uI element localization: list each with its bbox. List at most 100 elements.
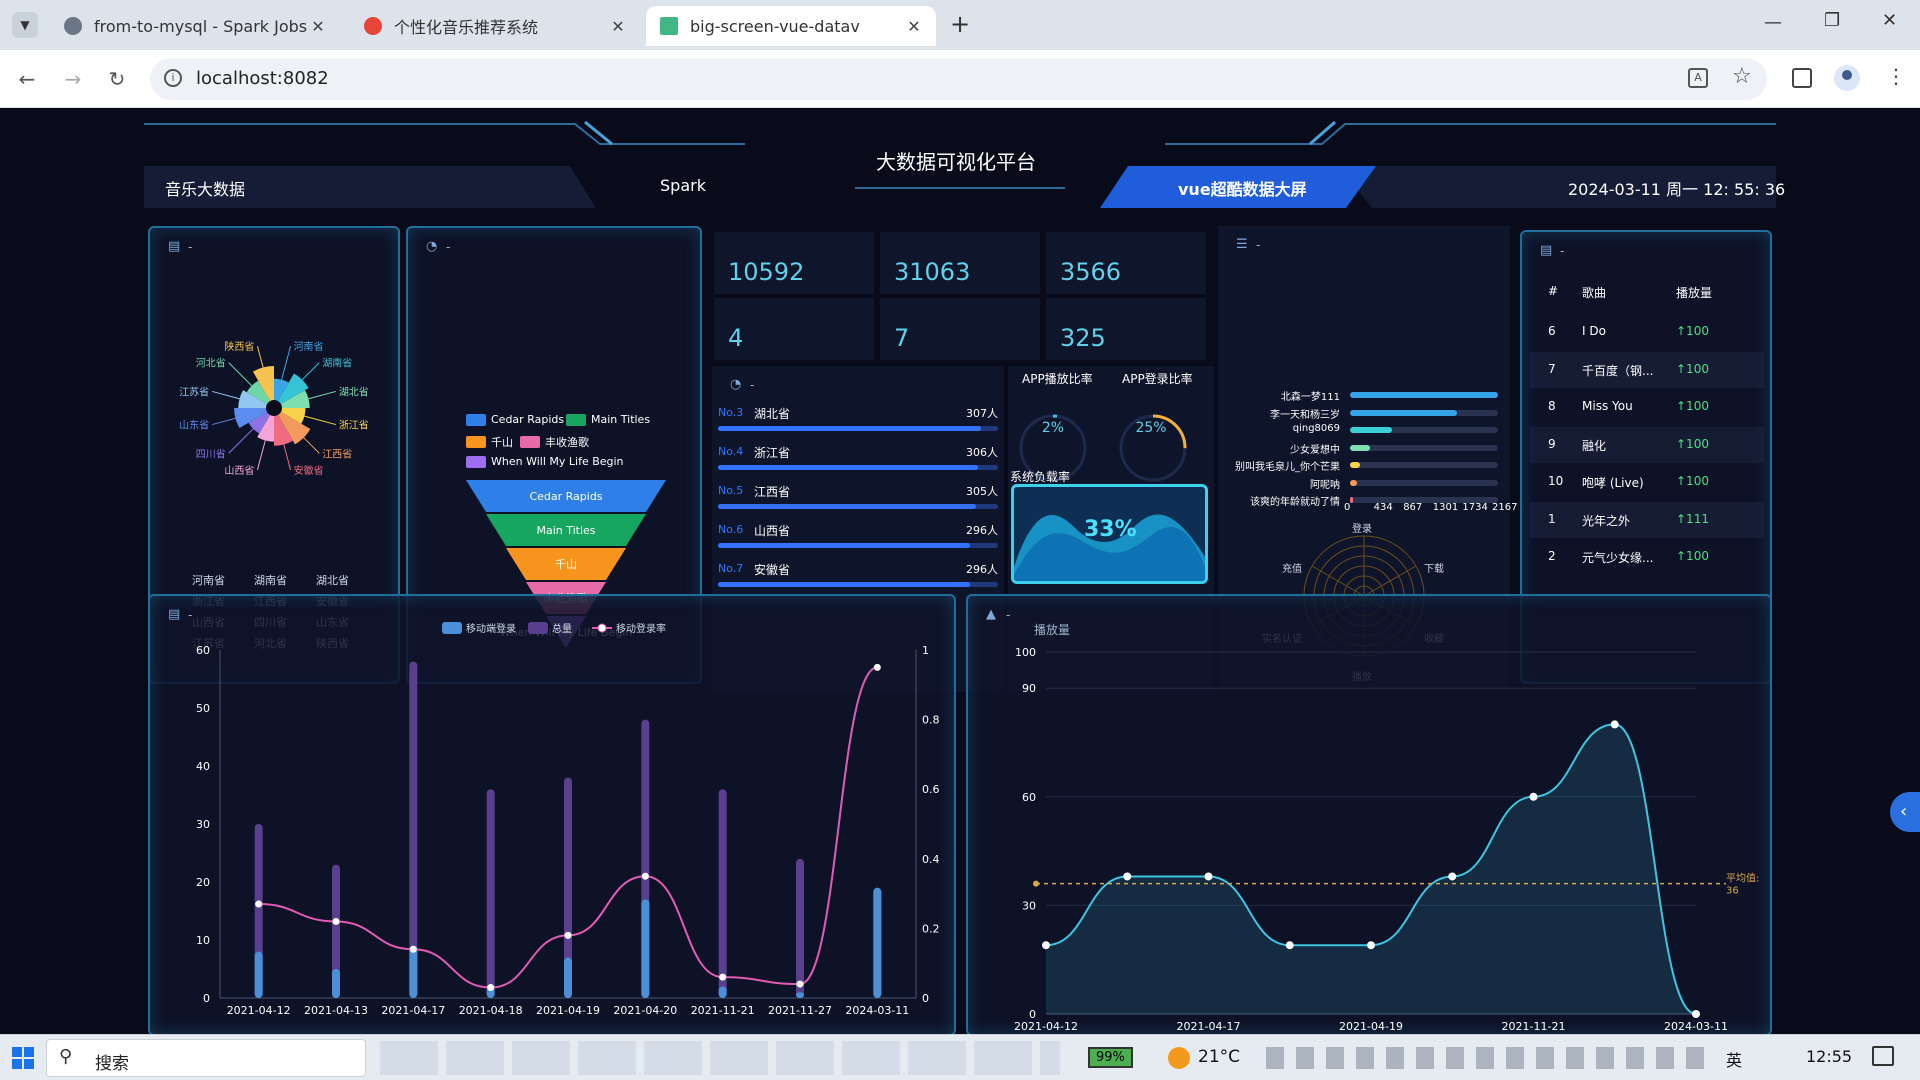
windows-taskbar: ⚲ 搜索 99% 21°C 英 12:55 (0, 1034, 1920, 1080)
rate-point (564, 931, 572, 939)
x-tick-label: 2021-04-17 (1177, 1020, 1241, 1033)
forward-button[interactable]: → (58, 64, 88, 94)
axis-tick-label: 20 (196, 876, 210, 889)
plays-point (1204, 872, 1213, 881)
reload-button[interactable]: ↻ (102, 64, 132, 94)
taskbar-search-text: 搜索 (95, 1054, 129, 1074)
pie-label-line (303, 437, 320, 454)
user-bar (1350, 497, 1353, 503)
plays-area-chart: 播放量03060901002021-04-12 2021-04-17 2021-04… (1014, 622, 1759, 1033)
header-right-tab[interactable]: vue超酷数据大屏 (1178, 176, 1307, 200)
url-text: localhost:8082 (196, 68, 329, 89)
ranking-row: No.7 安徽省 296人 (718, 560, 998, 596)
tray-icons[interactable] (1266, 1047, 1706, 1069)
legend-swatch (466, 413, 486, 426)
weather-icon (1168, 1047, 1190, 1069)
user-name: 别叫我毛泉儿_你个芒果 (1235, 462, 1340, 473)
tab-music-system[interactable]: 个性化音乐推荐系统 ✕ (350, 6, 640, 46)
address-bar[interactable]: i localhost:8082 A ☆ (150, 58, 1767, 100)
back-button[interactable]: ← (12, 64, 42, 94)
x-tick-label: 2021-11-27 (768, 1004, 832, 1017)
bookmark-star-icon[interactable]: ☆ (1732, 64, 1752, 89)
weather-temp[interactable]: 21°C (1198, 1047, 1240, 1067)
restore-button[interactable]: ❐ (1824, 10, 1840, 31)
axis-tick-label: 60 (1022, 791, 1036, 804)
play-ratio-label: APP播放比率 (1022, 372, 1093, 386)
tab-title: 个性化音乐推荐系统 (394, 18, 539, 37)
legend-item: 丰收渔歌 (520, 434, 589, 450)
site-info-icon[interactable]: i (164, 69, 182, 87)
menu-dots-icon[interactable]: ⋮ (1886, 64, 1906, 88)
song-rank: 6 (1548, 324, 1556, 338)
tab-title: from-to-mysql - Spark Jobs (94, 16, 308, 36)
legend-item: 千山 (466, 434, 513, 450)
rank-bar (718, 426, 998, 431)
x-tick-label: 2024-03-11 (1664, 1020, 1728, 1033)
side-collapse-button[interactable]: ‹ (1890, 792, 1920, 832)
mobile-bar (873, 887, 882, 998)
close-window-button[interactable]: ✕ (1882, 10, 1897, 31)
pie-icon: ◔ (426, 239, 438, 254)
legend-label: 湖北省 (316, 574, 349, 587)
pie-label-line (304, 415, 336, 426)
close-icon[interactable]: ✕ (308, 17, 328, 36)
battery-indicator[interactable]: 99% (1088, 1047, 1133, 1068)
song-plays: ↑111 (1676, 511, 1709, 526)
x-tick-label: 2021-04-19 (536, 1004, 600, 1017)
stat-value: 10592 (728, 258, 805, 286)
song-rank: 7 (1548, 361, 1556, 376)
taskbar-search[interactable]: ⚲ 搜索 (46, 1039, 366, 1077)
average-start-dot (1033, 880, 1039, 887)
translate-icon[interactable]: A (1688, 68, 1708, 88)
legend-swatch (442, 622, 462, 634)
rank-province: 江西省 (754, 485, 791, 499)
sidebar-toggle-icon[interactable] (1792, 68, 1812, 88)
pie-slice-label: 浙江省 (339, 419, 369, 432)
stat-value: 31063 (894, 258, 971, 286)
taskbar-clock[interactable]: 12:55 (1806, 1047, 1852, 1066)
song-row: 1 光年之外 ↑111 (1530, 501, 1764, 538)
legend-item: Main Titles (566, 413, 650, 426)
user-bar-track (1350, 479, 1498, 486)
tab-list-dropdown[interactable]: ▼ (12, 12, 38, 38)
rank-province: 浙江省 (754, 446, 791, 460)
plays-point (1692, 1010, 1700, 1018)
song-plays: ↑100 (1676, 549, 1709, 563)
x-tick-label: 2021-04-20 (613, 1004, 677, 1017)
average-label: 平均值: (1726, 872, 1759, 885)
rank-bar-fill (718, 426, 982, 431)
windows-start-icon[interactable] (12, 1047, 34, 1069)
new-tab-button[interactable]: + (950, 10, 970, 38)
pie-label-line (308, 390, 336, 400)
axis-tick-label: 50 (196, 702, 210, 715)
mobile-bar (409, 945, 418, 998)
total-bar (486, 789, 495, 998)
ime-indicator[interactable]: 英 (1726, 1047, 1742, 1071)
axis-tick-label: 30 (1022, 899, 1036, 912)
stat-card: 31063 (880, 232, 1040, 294)
song-row: 6 I Do ↑100 (1530, 314, 1764, 350)
close-icon[interactable]: ✕ (608, 17, 628, 36)
legend-swatch (566, 413, 586, 426)
taskbar-apps[interactable] (380, 1041, 1060, 1075)
minimize-button[interactable]: — (1764, 12, 1782, 33)
x-tick-label: 2021-04-13 (304, 1004, 368, 1017)
pie-label-line (212, 417, 236, 426)
plays-point (1123, 872, 1132, 881)
axis-tick-label: 100 (1015, 646, 1036, 659)
panel-title: ▤ - (1540, 243, 1565, 258)
user-bar (1350, 409, 1457, 416)
tab-big-screen[interactable]: big-screen-vue-datav ✕ (646, 6, 936, 46)
average-value: 36 (1726, 886, 1739, 897)
axis-tick-label: 0.2 (922, 922, 940, 935)
user-bar-track (1350, 444, 1498, 451)
profile-avatar-icon[interactable] (1834, 65, 1860, 91)
stat-card: 3566 (1046, 232, 1206, 294)
song-row: 8 Miss You ↑100 (1530, 389, 1764, 425)
close-icon[interactable]: ✕ (904, 17, 924, 36)
rate-point (332, 917, 340, 925)
tab-spark-jobs[interactable]: from-to-mysql - Spark Jobs ✕ (50, 6, 340, 46)
notification-icon[interactable] (1872, 1046, 1894, 1066)
x-tick-label: 2021-04-19 (1339, 1020, 1403, 1033)
header-left-label: 音乐大数据 (165, 180, 246, 199)
